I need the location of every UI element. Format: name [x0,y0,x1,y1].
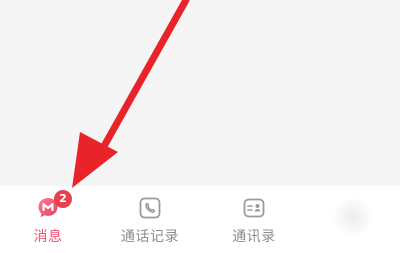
tab-call-log-label: 通话记录 [121,229,179,245]
tab-messages-label: 消息 [33,229,63,245]
tab-contacts-label: 通讯录 [232,229,276,245]
tab-call-log[interactable]: 通话记录 [90,186,210,253]
call-log-icon [138,196,162,220]
unread-badge: 2 [54,190,72,208]
contacts-card-icon [242,196,266,220]
message-bubble-icon: 2 [36,190,72,220]
bottom-tab-bar: 2 消息 通话记录 通讯录 [0,186,400,253]
tab-contacts[interactable]: 通讯录 [194,186,314,253]
main-content-area [0,0,400,186]
